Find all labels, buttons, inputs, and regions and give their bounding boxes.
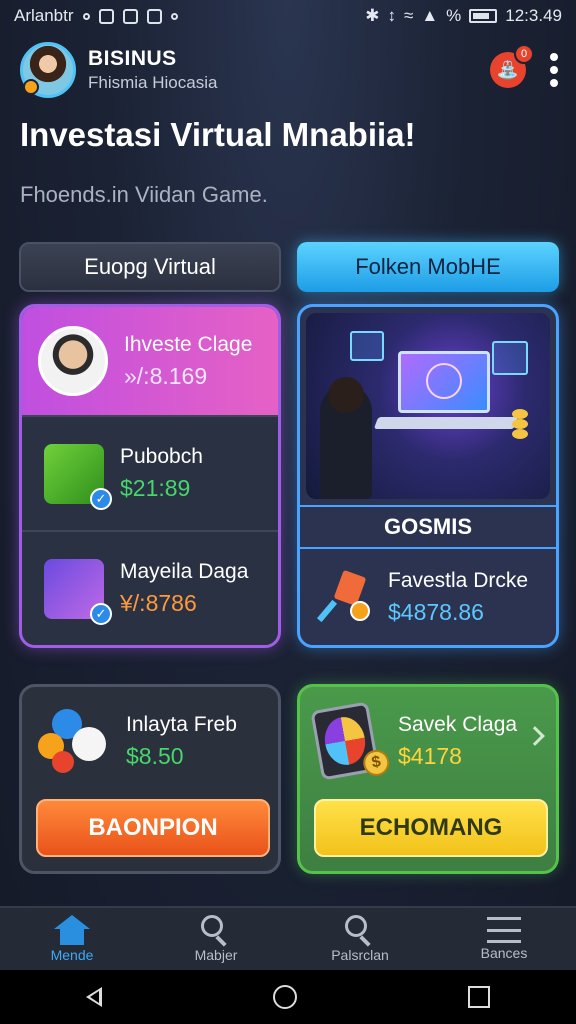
coin-icon [512,409,528,419]
nav-label: Palsrclan [331,947,389,963]
menu-icon [487,917,521,943]
nav-item-search[interactable]: Mabjer [144,908,288,970]
growth-chart-icon: ✓ [44,558,112,625]
offer-card: Inlayta Freb $8.50 BAONPION [19,684,281,874]
check-icon: ✓ [90,487,112,510]
featured-card[interactable]: GOSMIS Favestla Drcke $4878.86 [297,304,559,648]
item-value: $4178 [398,742,462,769]
sync-icon [82,12,90,20]
game-balls-icon [38,705,110,777]
trading-illustration [306,313,550,499]
item-value: $4878.86 [388,598,484,625]
globe-icon [426,363,462,399]
app-header: BISINUS Fhismia Hiocasia ⛲ 0 [20,40,560,100]
status-bar: Arlanbtr ✱ ↕ ≈ ▲ % 12:3.49 [0,0,576,32]
brand-name: BISINUS [88,47,177,70]
nav-label: Bances [480,945,528,961]
list-item[interactable]: Favestla Drcke $4878.86 [300,549,556,645]
coin-icon [512,419,528,429]
section-label: GOSMIS [300,505,556,549]
back-icon[interactable] [85,987,102,1007]
item-title: Inlayta Freb [126,712,237,736]
tab-mobile[interactable]: Folken MobHE [297,242,559,292]
item-title: Pubobch [120,445,203,468]
list-item[interactable]: ✓ Mayeila Daga ¥/:8786 [22,530,278,645]
item-title: Savek Claga [398,712,518,736]
hologram-panel-icon [350,331,384,361]
person-head [328,377,364,413]
investment-list-card: Ihveste Clage »/:8.169 ✓ Pubobch $21:89 … [19,304,281,648]
item-title: Mayeila Daga [120,560,249,583]
menu-dot-icon [550,79,558,87]
offer-card: $ Savek Claga $4178 ECHOMANG [297,684,559,874]
brand-subtitle: Fhismia Hiocasia [88,73,218,92]
battery-icon [469,9,498,23]
notification-count: 0 [514,44,534,64]
hologram-panel-icon [492,341,528,375]
page-subtitle: Fhoends.in Viidan Game. [20,182,268,207]
notification-button[interactable]: ⛲ 0 [490,44,534,88]
stock-chart-icon: ✓ [44,443,112,510]
recent-apps-icon[interactable] [468,986,491,1008]
home-circle-icon[interactable] [272,985,297,1009]
clock: 12:3.49 [505,6,562,25]
list-item[interactable]: $ Savek Claga $4178 [300,687,556,795]
secondary-action-button[interactable]: ECHOMANG [314,799,548,857]
status-badge-icon [23,79,39,95]
phone-wallet-icon: $ [310,701,392,781]
item-value: $8.50 [126,742,184,769]
coin-icon [512,429,528,439]
item-title: Ihveste Clage [124,332,253,356]
item-title: Favestla Drcke [388,568,529,592]
nav-label: Mabjer [194,947,238,963]
check-icon: ✓ [90,602,112,625]
gallery-icon [98,8,114,24]
menu-dot-icon [550,66,558,74]
bell-icon: ⛲ [496,59,520,80]
primary-action-button[interactable]: BAONPION [36,799,270,857]
item-value: »/:8.169 [124,362,208,389]
carrier-name: Arlanbtr [14,6,74,25]
bottom-navigation: Mende Mabjer Palsrclan Bances [0,906,576,970]
nav-item-explore[interactable]: Palsrclan [288,908,432,970]
page-title: Investasi Virtual Mnabiia! [20,116,416,153]
dot-icon [170,12,178,20]
list-item[interactable]: ✓ Pubobch $21:89 [22,415,278,530]
item-value: $21:89 [120,475,191,501]
nav-item-menu[interactable]: Bances [432,908,576,970]
signal-icon: ▲ [421,6,439,25]
list-item[interactable]: Inlayta Freb $8.50 [22,687,278,795]
video-icon [122,8,138,24]
profile-avatar[interactable] [20,42,76,98]
mail-icon [146,8,162,24]
laptop-base [373,417,519,429]
menu-dot-icon [550,53,558,61]
search-icon [201,915,231,947]
investor-avatar [38,326,108,396]
search-icon [345,915,375,947]
wifi-icon: ≈ [403,6,414,25]
battery-percent: % [446,6,462,25]
brand-block: BISINUS Fhismia Hiocasia [88,47,217,93]
nav-label: Mende [50,947,94,963]
nav-item-home[interactable]: Mende [0,908,144,970]
item-value: ¥/:8786 [120,590,197,616]
bluetooth-icon: ✱ [365,6,380,25]
overflow-menu-button[interactable] [548,53,560,87]
system-navigation-bar [0,970,576,1024]
chevron-right-icon[interactable] [525,726,545,746]
home-icon [54,915,90,945]
vibrate-icon: ↕ [387,6,396,25]
list-item[interactable]: Ihveste Clage »/:8.169 [22,307,278,415]
paintbrush-icon [316,569,372,623]
tab-virtual[interactable]: Euopg Virtual [19,242,281,292]
